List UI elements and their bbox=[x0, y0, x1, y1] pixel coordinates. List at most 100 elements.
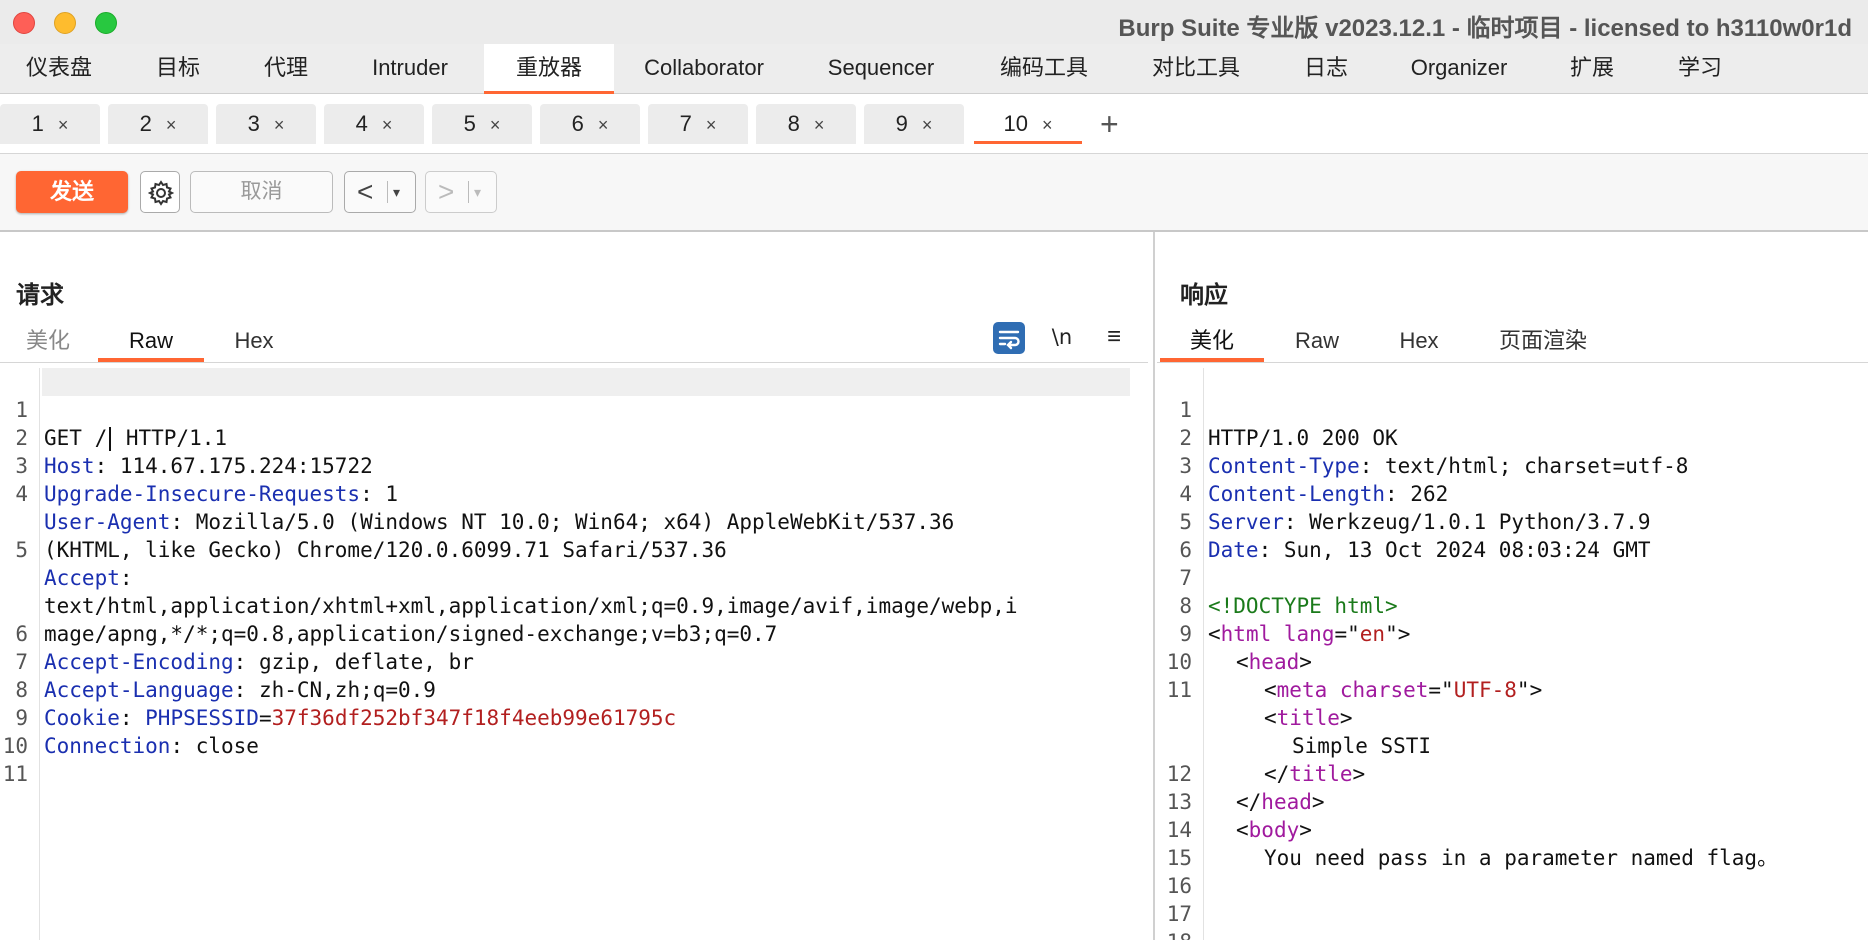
response-tab-raw[interactable]: Raw bbox=[1284, 326, 1350, 362]
line-number: 18 bbox=[1160, 928, 1192, 940]
code-line: 9 <head> bbox=[1160, 592, 1868, 674]
repeater-tab-3[interactable]: 3 × bbox=[216, 104, 316, 144]
chevron-down-icon[interactable]: ▾ bbox=[393, 182, 400, 202]
request-tab-raw[interactable]: Raw bbox=[98, 326, 204, 362]
repeater-tab-label: 4 bbox=[355, 111, 368, 136]
request-tabs-divider bbox=[0, 362, 1148, 363]
wrap-lines-icon[interactable] bbox=[993, 322, 1025, 354]
panel-splitter[interactable] bbox=[1153, 232, 1155, 940]
close-tab-icon[interactable]: × bbox=[814, 115, 825, 135]
repeater-tab-label: 1 bbox=[31, 111, 44, 136]
close-tab-icon[interactable]: × bbox=[274, 115, 285, 135]
code-line: 5 Accept: bbox=[0, 508, 1150, 590]
send-button[interactable]: 发送 bbox=[16, 171, 128, 213]
response-tab-pretty[interactable]: 美化 bbox=[1160, 326, 1264, 362]
minimize-window-button[interactable] bbox=[54, 12, 76, 34]
close-tab-icon[interactable]: × bbox=[490, 115, 501, 135]
code-line: 15 bbox=[1160, 816, 1868, 870]
code-line: 7 <!DOCTYPE html> bbox=[1160, 536, 1868, 618]
response-tab-hex[interactable]: Hex bbox=[1386, 326, 1452, 362]
close-window-button[interactable] bbox=[13, 12, 35, 34]
repeater-tab-5[interactable]: 5 × bbox=[432, 104, 532, 144]
code-line: 2 Content-Type: text/html; charset=utf-8 bbox=[1160, 396, 1868, 478]
tab-dashboard[interactable]: 仪表盘 bbox=[0, 44, 118, 94]
repeater-tab-label: 10 bbox=[1003, 111, 1028, 136]
repeater-tab-8[interactable]: 8 × bbox=[756, 104, 856, 144]
response-tab-render[interactable]: 页面渲染 bbox=[1490, 326, 1596, 362]
tab-proxy[interactable]: 代理 bbox=[236, 44, 336, 94]
tab-decoder[interactable]: 编码工具 bbox=[988, 44, 1100, 94]
hamburger-menu-icon[interactable]: ≡ bbox=[1098, 322, 1130, 354]
repeater-tab-2[interactable]: 2 × bbox=[108, 104, 208, 144]
response-tabs-divider bbox=[1157, 362, 1868, 363]
close-tab-icon[interactable]: × bbox=[1042, 115, 1053, 135]
repeater-tab-label: 3 bbox=[247, 111, 260, 136]
repeater-tab-10[interactable]: 10 × bbox=[974, 104, 1082, 144]
repeater-tab-1[interactable]: 1 × bbox=[0, 104, 100, 144]
chevron-left-icon: < bbox=[357, 176, 374, 207]
repeater-tab-bar: 1 × 2 × 3 × 4 × 5 × 6 × 7 × 8 × 9 × 10 × + bbox=[0, 94, 1868, 154]
window-title: Burp Suite 专业版 v2023.12.1 - 临时项目 - licen… bbox=[1118, 15, 1852, 42]
request-editor[interactable]: 1 GET / HTTP/1.1 2 Host: 114.67.175.224:… bbox=[0, 368, 1150, 940]
response-panel-title: 响应 bbox=[1180, 282, 1228, 309]
close-tab-icon[interactable]: × bbox=[58, 115, 69, 135]
tab-comparer[interactable]: 对比工具 bbox=[1140, 44, 1252, 94]
code-line: 11 bbox=[0, 732, 1150, 786]
code-line: 17 bbox=[1160, 872, 1868, 926]
close-tab-icon[interactable]: × bbox=[922, 115, 933, 135]
code-line: 16 bbox=[1160, 844, 1868, 898]
tab-extensions[interactable]: 扩展 bbox=[1546, 44, 1638, 94]
request-tab-hex[interactable]: Hex bbox=[226, 326, 282, 362]
repeater-tab-7[interactable]: 7 × bbox=[648, 104, 748, 144]
code-line: 4 User-Agent: Mozilla/5.0 (Windows NT 10… bbox=[0, 452, 1150, 534]
repeater-tab-4[interactable]: 4 × bbox=[324, 104, 424, 144]
tab-organizer[interactable]: Organizer bbox=[1400, 44, 1518, 94]
response-viewer[interactable]: 1 HTTP/1.0 200 OK 2 Content-Type: text/h… bbox=[1160, 368, 1868, 940]
repeater-tab-label: 5 bbox=[463, 111, 476, 136]
repeater-tab-label: 6 bbox=[571, 111, 584, 136]
tab-learn[interactable]: 学习 bbox=[1656, 44, 1744, 94]
tab-target[interactable]: 目标 bbox=[128, 44, 228, 94]
code-line: 12 </head> bbox=[1160, 732, 1868, 814]
code-line: 6 Accept-Encoding: gzip, deflate, br bbox=[0, 592, 1150, 674]
history-forward-button[interactable]: > ▾ bbox=[425, 171, 497, 213]
code-line: 2 Host: 114.67.175.224:15722 bbox=[0, 396, 1150, 478]
request-tab-pretty[interactable]: 美化 bbox=[18, 326, 78, 362]
main-tab-bar: 仪表盘 目标 代理 Intruder 重放器 Collaborator Sequ… bbox=[0, 44, 1868, 94]
code-line: 8 <html lang="en"> bbox=[1160, 564, 1868, 646]
code-line: Simple SSTI bbox=[1160, 676, 1868, 758]
settings-button[interactable] bbox=[140, 171, 180, 213]
history-back-button[interactable]: < ▾ bbox=[344, 171, 416, 213]
repeater-tab-label: 9 bbox=[895, 111, 908, 136]
request-panel-title: 请求 bbox=[16, 282, 64, 309]
cancel-button[interactable]: 取消 bbox=[190, 171, 333, 213]
close-tab-icon[interactable]: × bbox=[166, 115, 177, 135]
chevron-down-icon[interactable]: ▾ bbox=[474, 182, 481, 202]
tab-repeater[interactable]: 重放器 bbox=[484, 44, 614, 94]
button-separator bbox=[387, 181, 388, 203]
add-tab-icon[interactable]: + bbox=[1100, 106, 1119, 142]
code-line: 3 Content-Length: 262 bbox=[1160, 424, 1868, 506]
tab-sequencer[interactable]: Sequencer bbox=[810, 44, 952, 94]
code-line: 11 <title> bbox=[1160, 648, 1868, 730]
repeater-tab-label: 2 bbox=[139, 111, 152, 136]
repeater-tab-9[interactable]: 9 × bbox=[864, 104, 964, 144]
code-line: text/html,application/xhtml+xml,applicat… bbox=[0, 536, 1150, 618]
code-line: mage/apng,*/*;q=0.8,application/signed-e… bbox=[0, 564, 1150, 646]
line-number: 11 bbox=[2, 762, 28, 786]
repeater-tab-6[interactable]: 6 × bbox=[540, 104, 640, 144]
code-line: 9 Connection: close bbox=[0, 676, 1150, 758]
tab-collaborator[interactable]: Collaborator bbox=[628, 44, 780, 94]
code-line: 1 GET / HTTP/1.1 bbox=[0, 368, 1150, 451]
code-line: 8 Cookie: PHPSESSID=37f36df252bf347f18f4… bbox=[0, 648, 1150, 730]
tab-logger[interactable]: 日志 bbox=[1282, 44, 1370, 94]
close-tab-icon[interactable]: × bbox=[598, 115, 609, 135]
code-line: 13 <body> bbox=[1160, 760, 1868, 842]
close-tab-icon[interactable]: × bbox=[382, 115, 393, 135]
code-line: 6 bbox=[1160, 508, 1868, 562]
newline-toggle-icon[interactable]: \n bbox=[1046, 322, 1078, 354]
close-tab-icon[interactable]: × bbox=[706, 115, 717, 135]
maximize-window-button[interactable] bbox=[95, 12, 117, 34]
title-bar: Burp Suite 专业版 v2023.12.1 - 临时项目 - licen… bbox=[0, 0, 1868, 44]
tab-intruder[interactable]: Intruder bbox=[352, 44, 468, 94]
